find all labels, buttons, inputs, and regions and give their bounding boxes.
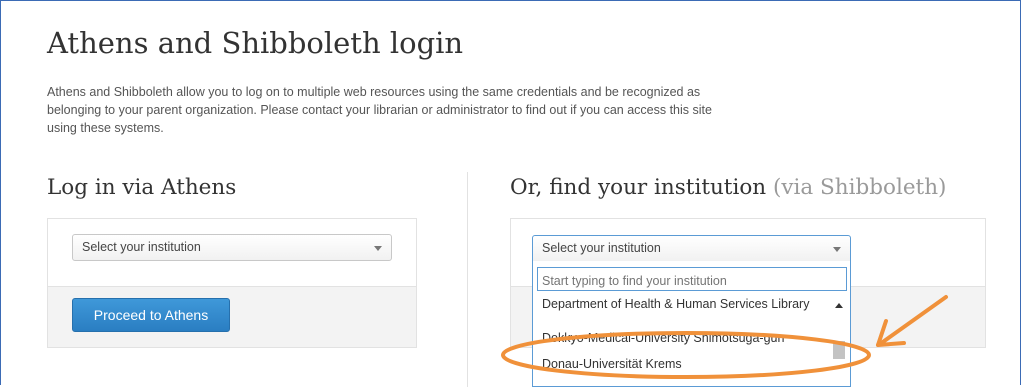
institution-option[interactable]: Donau-Universität Krems	[533, 355, 833, 373]
shibboleth-heading-suffix: (via Shibboleth)	[772, 175, 947, 200]
athens-select-value: Select your institution	[82, 240, 201, 254]
proceed-to-athens-button[interactable]: Proceed to Athens	[72, 298, 230, 332]
shibboleth-heading-main: Or, find your institution	[510, 175, 767, 200]
shibboleth-institution-select[interactable]: Select your institution	[532, 235, 851, 262]
athens-institution-select[interactable]: Select your institution	[72, 234, 392, 261]
column-divider	[467, 172, 468, 387]
scroll-up-icon[interactable]	[835, 303, 843, 308]
shibboleth-heading: Or, find your institution (via Shibbolet…	[510, 175, 946, 200]
institution-search-input[interactable]	[537, 267, 847, 291]
dropdown-scrollbar[interactable]	[832, 297, 846, 386]
intro-text: Athens and Shibboleth allow you to log o…	[47, 85, 712, 135]
chevron-down-icon	[833, 247, 841, 252]
page-title: Athens and Shibboleth login	[47, 26, 464, 60]
chevron-down-icon	[374, 246, 382, 251]
institution-dropdown: Department of Health & Human Services Li…	[532, 261, 851, 387]
shibboleth-select-value: Select your institution	[542, 241, 661, 255]
scrollbar-thumb[interactable]	[833, 341, 845, 359]
institution-option[interactable]: Department of Health & Human Services Li…	[533, 295, 833, 323]
athens-heading: Log in via Athens	[47, 175, 237, 200]
institution-options-list: Department of Health & Human Services Li…	[533, 295, 833, 373]
institution-option[interactable]: Dokkyo-Medical-University Shimotsuga-gun	[533, 323, 833, 355]
